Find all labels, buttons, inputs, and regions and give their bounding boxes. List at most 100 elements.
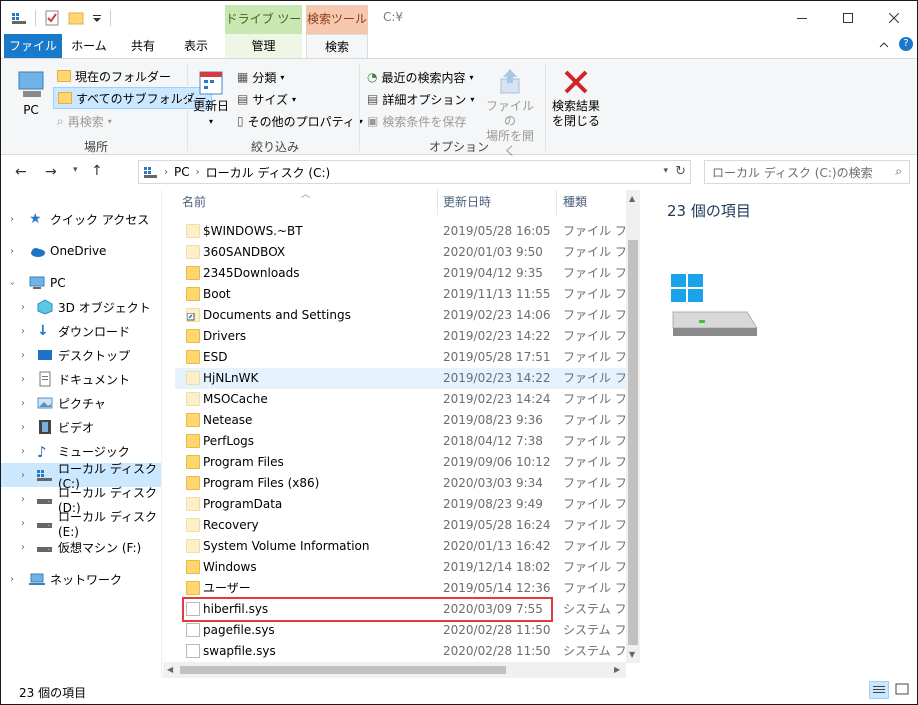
nav-item-downloads[interactable]: › ↓ ダウンロード [1, 319, 161, 343]
table-row[interactable]: Documents and Settings 2019/02/23 14:06 ファ… [175, 305, 628, 326]
table-row-hover[interactable]: HjNLnWK 2019/02/23 14:22 ファイル フォルダー [175, 368, 628, 389]
current-folder-button[interactable]: 現在のフォルダー [57, 66, 171, 86]
ribbon-separator [545, 63, 546, 151]
scroll-left-icon[interactable]: ◀ [167, 665, 173, 674]
scroll-up-icon[interactable]: ▲ [629, 194, 635, 203]
help-icon[interactable]: ? [899, 37, 913, 51]
expand-chevron-icon[interactable]: › [21, 446, 25, 457]
table-row[interactable]: 2345Downloads 2019/04/12 9:35 ファイル フォルダー [175, 263, 628, 284]
table-row[interactable]: Program Files 2019/09/06 10:12 ファイル フォルダー [175, 452, 628, 473]
customize-qat-icon[interactable] [92, 10, 102, 26]
expand-chevron-icon[interactable]: › [21, 302, 25, 313]
back-icon[interactable]: ← [15, 164, 27, 180]
nav-item-quick-access[interactable]: › ★ クイック アクセス [1, 207, 161, 231]
maximize-button[interactable] [825, 1, 871, 34]
other-properties-button[interactable]: ▯ その他のプロパティ ▾ [237, 111, 363, 131]
table-row[interactable]: Boot 2019/11/13 11:55 ファイル フォルダー [175, 284, 628, 305]
tab-share[interactable]: 共有 [119, 34, 167, 58]
scroll-right-icon[interactable]: ▶ [614, 665, 620, 674]
nav-item-pc[interactable]: › PC [1, 271, 161, 295]
table-row[interactable]: Netease 2019/08/23 9:36 ファイル フォルダー [175, 410, 628, 431]
forward-icon[interactable]: → [45, 164, 57, 180]
expand-chevron-icon[interactable]: › [21, 422, 25, 433]
properties-icon[interactable] [44, 10, 60, 26]
tab-view[interactable]: 表示 [172, 34, 220, 58]
scroll-thumb-horizontal[interactable] [180, 666, 506, 674]
up-icon[interactable]: ↑ [91, 163, 103, 179]
table-row[interactable]: Recovery 2019/05/28 16:24 ファイル フォルダー [175, 515, 628, 536]
dropdown-arrow-icon: ▾ [291, 94, 296, 104]
expand-chevron-icon[interactable]: › [21, 326, 25, 337]
size-button[interactable]: ▤ サイズ ▾ [237, 89, 296, 109]
search-input[interactable]: ローカル ディスク (C:)の検索 ⌕ [704, 160, 910, 184]
minimize-button[interactable] [779, 1, 825, 34]
nav-item-videos[interactable]: › ビデオ [1, 415, 161, 439]
scroll-down-icon[interactable]: ▼ [629, 650, 635, 659]
table-row[interactable]: Program Files (x86) 2020/03/03 9:34 ファイル フ… [175, 473, 628, 494]
kind-button[interactable]: ▦ 分類 ▾ [237, 67, 284, 87]
advanced-options-button[interactable]: ▤ 詳細オプション ▾ [367, 89, 474, 109]
nav-item-local-disk-e[interactable]: › ローカル ディスク (E:) [1, 510, 161, 539]
close-window-button[interactable] [871, 1, 917, 34]
tab-manage[interactable]: 管理 [225, 34, 302, 58]
scroll-thumb[interactable] [628, 240, 638, 645]
drive-small-icon[interactable] [11, 11, 27, 25]
table-row[interactable]: ProgramData 2019/08/23 9:49 ファイル フォルダー [175, 494, 628, 515]
table-row[interactable]: Windows 2019/12/14 18:02 ファイル フォルダー [175, 557, 628, 578]
recent-locations-icon[interactable]: ▾ [73, 165, 78, 175]
nav-item-virtual-machine-f[interactable]: › 仮想マシン (F:) [1, 535, 161, 559]
horizontal-scrollbar[interactable]: ◀ ▶ [163, 662, 626, 678]
expand-chevron-icon[interactable]: › [21, 350, 25, 361]
nav-item-onedrive[interactable]: › OneDrive [1, 239, 161, 263]
tab-home[interactable]: ホーム [65, 34, 113, 58]
folder-icon [186, 560, 200, 574]
breadcrumb-pc[interactable]: PC [174, 165, 190, 179]
large-icons-view-icon[interactable] [893, 681, 913, 699]
expand-chevron-icon[interactable]: › [21, 470, 25, 481]
table-row[interactable]: System Volume Information 2020/01/13 16:4… [175, 536, 628, 557]
collapse-ribbon-icon[interactable] [879, 39, 889, 53]
table-row[interactable]: ESD 2019/05/28 17:51 ファイル フォルダー [175, 347, 628, 368]
expand-chevron-icon[interactable]: › [21, 494, 25, 505]
table-row[interactable]: 360SANDBOX 2020/01/03 9:50 ファイル フォルダー [175, 242, 628, 263]
nav-item-pictures[interactable]: › ピクチャ [1, 391, 161, 415]
expand-chevron-icon[interactable]: › [21, 518, 25, 529]
table-row[interactable]: $WINDOWS.~BT 2019/05/28 16:05 ファイル フォルダー [175, 221, 628, 242]
date-modified-button[interactable]: 更新日 ▾ [191, 69, 231, 129]
collapse-chevron-icon[interactable]: › [7, 281, 18, 285]
table-row[interactable]: swapfile.sys 2020/02/28 11:50 システム ファイル [175, 641, 628, 662]
nav-item-3d-objects[interactable]: › 3D オブジェクト [1, 295, 161, 319]
expand-chevron-icon[interactable]: › [21, 542, 25, 553]
expand-chevron-icon[interactable]: › [21, 398, 25, 409]
breadcrumb-local-disk-c[interactable]: ローカル ディスク (C:) [206, 164, 331, 181]
refresh-icon[interactable]: ↻ [675, 164, 686, 179]
details-view-icon[interactable] [869, 681, 889, 699]
close-search-button[interactable]: 検索結果 を閉じる [548, 67, 604, 129]
nav-item-desktop[interactable]: › デスクトップ [1, 343, 161, 367]
expand-chevron-icon[interactable]: › [10, 246, 14, 257]
expand-chevron-icon[interactable]: › [10, 574, 14, 585]
table-row[interactable]: PerfLogs 2018/04/12 7:38 ファイル フォルダー [175, 431, 628, 452]
nav-item-network[interactable]: › ネットワーク [1, 567, 161, 591]
address-bar[interactable]: › PC › ローカル ディスク (C:) ▾ ↻ [138, 160, 691, 184]
file-type: システム ファイル [563, 602, 628, 616]
vertical-scrollbar[interactable]: ▲ ▼ [626, 190, 640, 663]
table-row[interactable]: MSOCache 2019/02/23 14:24 ファイル フォルダー [175, 389, 628, 410]
nav-label: OneDrive [50, 244, 107, 258]
expand-chevron-icon[interactable]: › [10, 214, 14, 225]
open-file-location-button[interactable]: ファイルの 場所を開く [481, 67, 539, 159]
pc-location-button[interactable]: PC [13, 69, 49, 118]
tab-search[interactable]: 検索 [306, 34, 368, 59]
table-row-partial[interactable] [175, 210, 628, 220]
save-search-button[interactable]: ▣ 検索条件を保存 [367, 111, 466, 131]
nav-item-documents[interactable]: › ドキュメント [1, 367, 161, 391]
new-folder-icon[interactable] [68, 10, 84, 26]
address-dropdown-icon[interactable]: ▾ [663, 166, 668, 176]
refine-search-button[interactable]: ⌕ 再検索 ▾ [57, 111, 112, 131]
tab-file[interactable]: ファイル [4, 34, 62, 58]
expand-chevron-icon[interactable]: › [21, 374, 25, 385]
table-row[interactable]: Drivers 2019/02/23 14:22 ファイル フォルダー [175, 326, 628, 347]
table-row[interactable]: ユーザー 2019/05/14 12:36 ファイル フォルダー [175, 578, 628, 599]
table-row[interactable]: pagefile.sys 2020/02/28 11:50 システム ファイル [175, 620, 628, 641]
recent-searches-button[interactable]: ◔ 最近の検索内容 ▾ [367, 67, 474, 87]
